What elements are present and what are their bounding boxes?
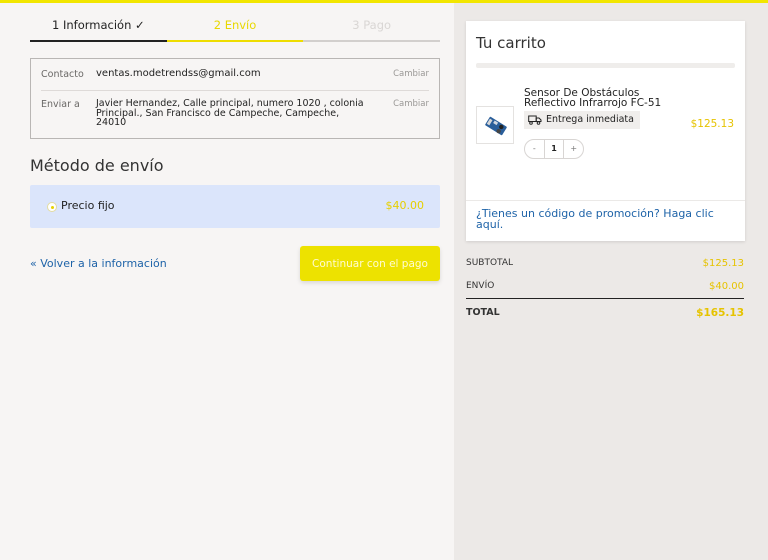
continue-to-payment-button[interactable]: Continuar con el pago [300,246,440,281]
shipping-option-precio-fijo[interactable]: Precio fijo $40.00 [30,185,440,228]
quantity-stepper[interactable]: - 1 + [524,139,584,159]
step-progress-completed [30,40,167,42]
subtotal-label: SUBTOTAL [466,258,514,268]
customer-info-box: Contacto ventas.modetrendss@gmail.com Ca… [30,58,440,139]
promo-code-link[interactable]: ¿Tienes un código de promoción? Haga cli… [476,208,731,230]
shipto-label: Enviar a [41,99,80,110]
qty-increase-button[interactable]: + [564,140,583,158]
product-thumbnail [476,106,514,144]
shipping-label: ENVÍO [466,281,495,291]
change-contact-link[interactable]: Cambiar [393,69,429,79]
qty-value[interactable]: 1 [543,140,565,158]
subtotal-value: $125.13 [702,258,744,269]
step-progress-pending [303,40,440,42]
back-to-information-link[interactable]: « Volver a la información [30,257,167,270]
shipping-value: $40.00 [709,281,744,292]
sensor-image-icon [485,116,507,136]
shipping-method-title: Método de envío [30,156,164,175]
delivery-badge: Entrega inmediata [524,111,640,129]
cart-progress-bar [476,63,735,68]
cart-title: Tu carrito [476,34,546,52]
step-progress-current [167,40,303,42]
step-pago: 3 Pago [352,18,392,32]
step-informacion[interactable]: 1 Información ✓ [30,16,167,42]
shipping-option-radio[interactable] [47,202,57,212]
step-envio: 2 Envío [213,18,257,32]
product-price: $125.13 [690,118,734,130]
shipping-option-price: $40.00 [385,199,425,212]
total-label: TOTAL [466,307,500,318]
truck-icon [528,115,542,125]
totals-divider [466,298,744,299]
contact-email: ventas.modetrendss@gmail.com [96,68,261,79]
contact-row: Contacto ventas.modetrendss@gmail.com Ca… [41,69,429,91]
checkout-steps: 1 Información ✓ 2 Envío 3 Pago [30,16,440,42]
change-address-link[interactable]: Cambiar [393,99,429,109]
cart-card: Tu carrito Sensor De Obstáculos Reflecti… [466,21,745,241]
promo-divider [466,200,745,201]
total-value: $165.13 [696,307,744,319]
qty-decrease-button[interactable]: - [525,140,544,158]
delivery-label: Entrega inmediata [546,114,634,125]
shipto-address: Javier Hernandez, Calle principal, numer… [96,98,364,128]
shipping-option-name: Precio fijo [61,199,115,212]
contact-label: Contacto [41,69,84,80]
product-name: Sensor De Obstáculos Reflectivo Infrarro… [524,87,662,109]
